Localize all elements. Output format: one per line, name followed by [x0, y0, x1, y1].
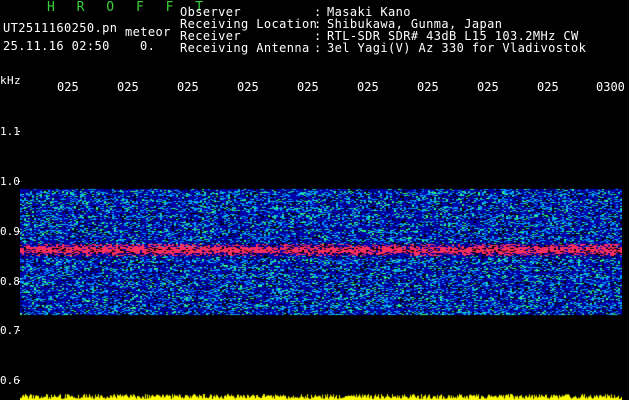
info-value-antenna: 3el Yagi(V) Az 330 for Vladivostok	[327, 41, 587, 55]
x-tick-label: 025	[177, 80, 199, 94]
x-tick-label: 025	[477, 80, 499, 94]
y-tick-label: 0.8	[0, 275, 20, 288]
y-tick-label: 1.0	[0, 175, 20, 188]
x-tick-label: 025	[237, 80, 259, 94]
y-axis-unit: kHz	[0, 74, 22, 87]
x-tick-label: 025	[57, 80, 79, 94]
spectrogram-plot[interactable]	[20, 100, 622, 400]
y-tick-label: 0.9	[0, 225, 20, 238]
file-name: UT2511160250.pn	[3, 21, 118, 35]
x-tick-label: 025	[297, 80, 319, 94]
x-tick-label: 0300	[596, 80, 625, 94]
date-time: 25.11.16 02:50	[3, 39, 110, 53]
mode-label: meteor	[125, 25, 171, 39]
info-separator: :	[314, 41, 322, 55]
info-label-antenna: Receiving Antenna	[180, 41, 310, 55]
x-tick-label: 025	[117, 80, 139, 94]
echo-count: 0.	[140, 39, 156, 53]
x-tick-label: 025	[357, 80, 379, 94]
y-tick-label: 0.7	[0, 324, 20, 337]
x-tick-label: 025	[537, 80, 559, 94]
y-tick-label: 1.1	[0, 125, 20, 138]
x-tick-label: 025	[417, 80, 439, 94]
y-tick-label: 0.6	[0, 374, 20, 387]
